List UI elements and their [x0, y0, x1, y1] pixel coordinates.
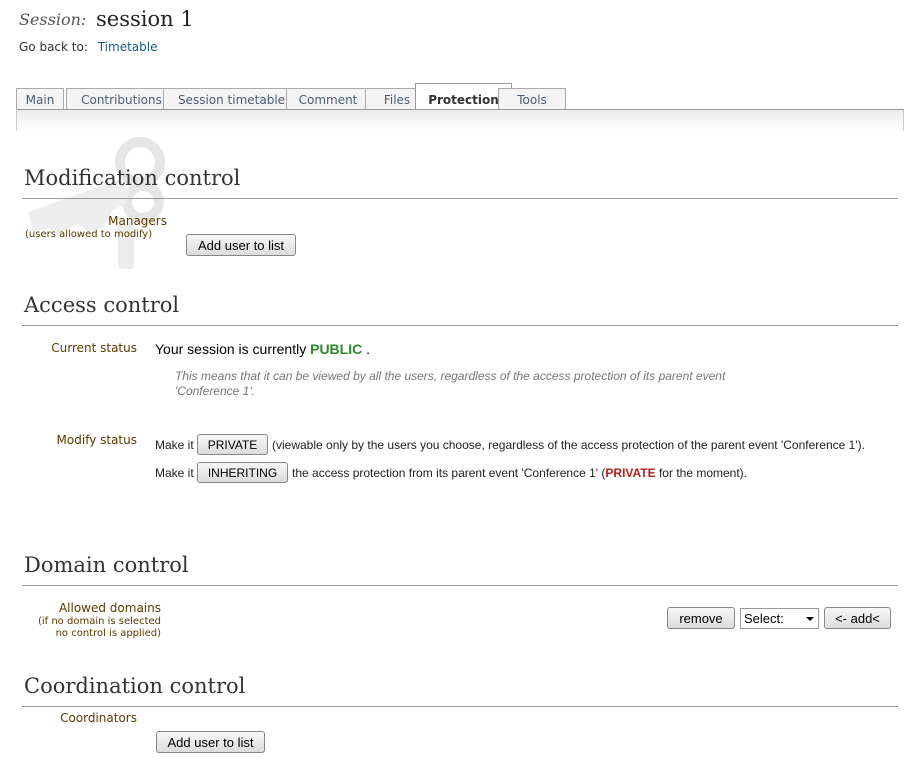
current-status-label: Current status — [51, 341, 137, 355]
make-private-prefix: Make it — [155, 438, 194, 452]
private-button[interactable]: PRIVATE — [197, 434, 268, 455]
inheriting-desc-post: for the moment). — [655, 466, 748, 480]
modification-title: Modification control — [24, 166, 241, 190]
tab-comment[interactable]: Comment — [286, 88, 370, 109]
current-status-line: Your session is currently PUBLIC . — [155, 341, 370, 357]
domain-select-value: Select: — [744, 611, 784, 626]
access-divider — [22, 325, 898, 326]
session-label: Session: — [19, 10, 87, 29]
add-coordinator-button[interactable]: Add user to list — [156, 731, 265, 753]
status-value: PUBLIC — [310, 341, 363, 357]
managers-sub-label: (users allowed to modify) — [25, 229, 153, 240]
inheriting-button[interactable]: INHERITING — [197, 462, 288, 483]
tab-tools[interactable]: Tools — [498, 88, 566, 109]
domain-divider — [22, 585, 898, 586]
managers-label: Managers — [108, 214, 167, 228]
domain-select[interactable]: Select: — [740, 608, 819, 629]
domain-title: Domain control — [24, 553, 189, 577]
coordination-divider — [22, 706, 898, 707]
inheriting-private-word: PRIVATE — [605, 466, 656, 480]
access-title: Access control — [24, 293, 180, 317]
private-description: (viewable only by the users you choose, … — [272, 438, 865, 452]
modification-divider — [22, 198, 898, 199]
goback-label: Go back to: — [19, 40, 88, 54]
tab-content-top — [16, 109, 904, 131]
add-manager-button[interactable]: Add user to list — [186, 234, 296, 256]
coordinators-label: Coordinators — [60, 711, 137, 725]
add-domain-button[interactable]: <- add< — [824, 607, 891, 629]
status-prefix: Your session is currently — [155, 341, 307, 357]
allowed-domains-label: Allowed domains — [58, 601, 161, 615]
key-icon — [28, 137, 165, 269]
modify-status-label: Modify status — [56, 433, 137, 447]
status-suffix: . — [366, 341, 371, 357]
make-inheriting-prefix: Make it — [155, 466, 194, 480]
allowed-domains-sub-2: no control is applied) — [55, 628, 161, 639]
inheriting-description: the access protection from its parent ev… — [292, 466, 747, 480]
session-name: session 1 — [96, 7, 194, 31]
allowed-domains-sub-1: (if no domain is selected — [37, 616, 161, 627]
tab-main[interactable]: Main — [16, 88, 64, 109]
tab-contributions[interactable]: Contributions — [66, 88, 177, 109]
tab-session-timetable[interactable]: Session timetable — [163, 88, 300, 109]
goback-row: Go back to: Timetable — [19, 40, 157, 54]
coordination-title: Coordination control — [24, 674, 246, 698]
inheriting-desc-pre: the access protection from its parent ev… — [292, 466, 606, 480]
timetable-link[interactable]: Timetable — [98, 40, 158, 54]
remove-domain-button[interactable]: remove — [667, 607, 735, 629]
chevron-down-icon — [806, 617, 814, 621]
status-explanation: This means that it can be viewed by all … — [175, 369, 726, 398]
